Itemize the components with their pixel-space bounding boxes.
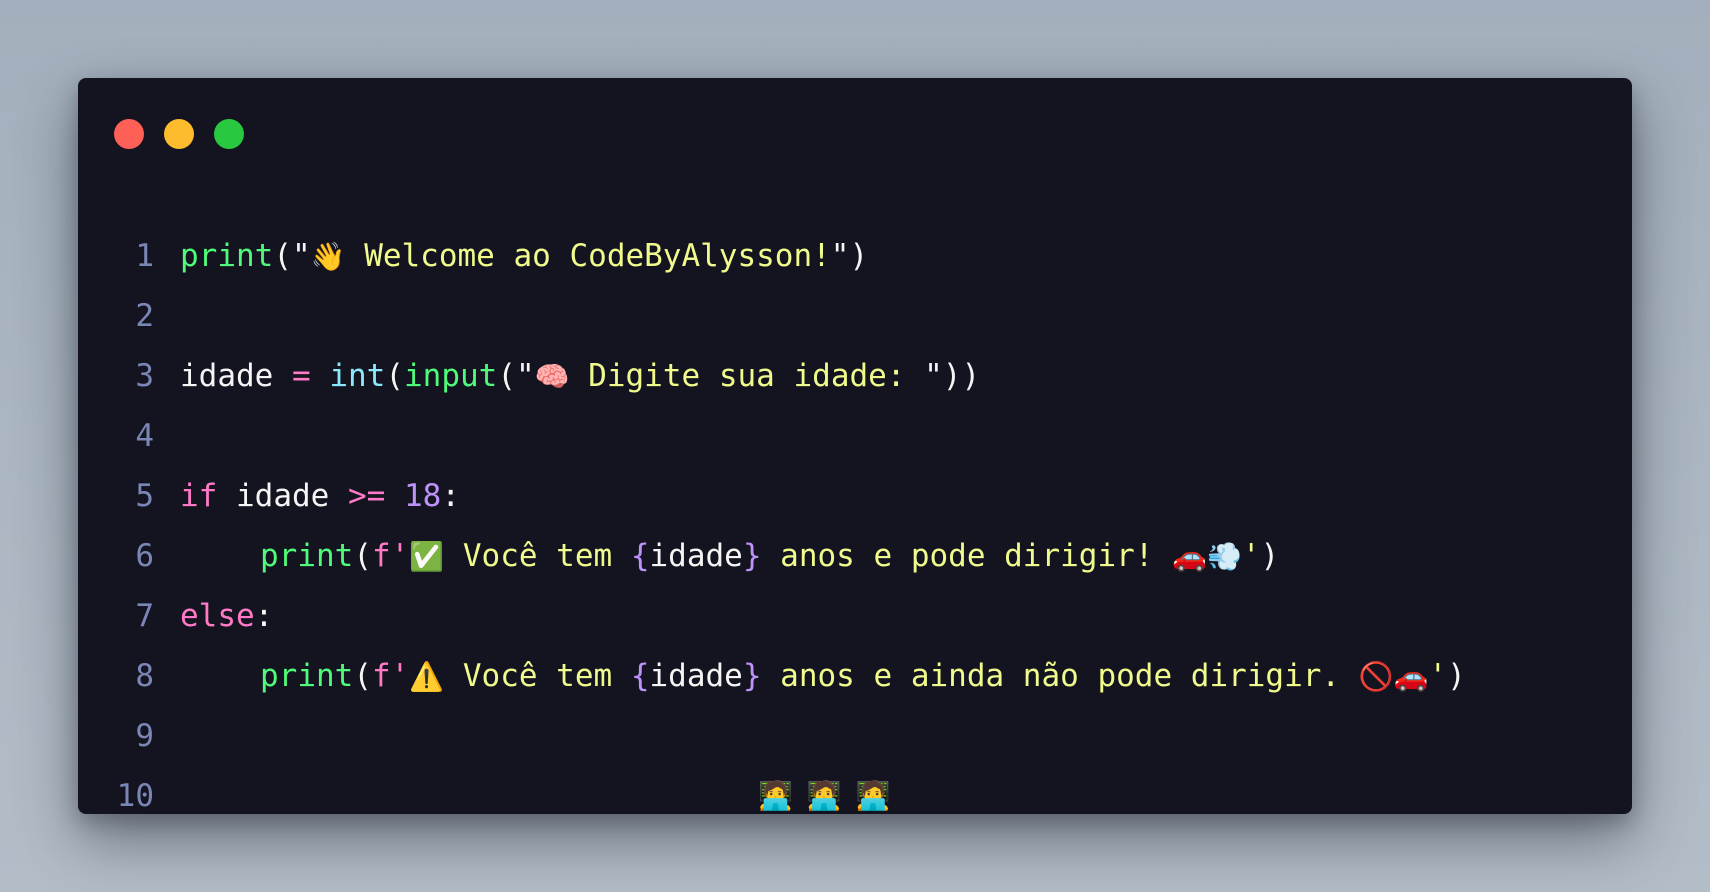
window-controls	[114, 119, 244, 149]
code-token: idade	[649, 658, 743, 694]
code-token: 18	[403, 478, 442, 514]
code-token: idade	[180, 358, 292, 394]
code-token: f'	[372, 538, 410, 574]
code-text: print("👋 Welcome ao CodeByAlysson!")	[180, 226, 868, 287]
line-number: 7	[135, 598, 154, 634]
line-number: 5	[135, 478, 154, 514]
code-text: idade = int(input("🧠 Digite sua idade: "…	[180, 346, 980, 407]
code-line: 6 print(f'✅ Você tem {idade} anos e pode …	[78, 526, 1632, 586]
line-number: 6	[135, 538, 154, 574]
emoji-icon: ⚠️	[409, 660, 445, 693]
code-token: (	[353, 658, 372, 694]
code-line: 9	[78, 706, 1632, 766]
code-text: print(f'✅ Você tem {idade} anos e pode d…	[180, 526, 1279, 587]
code-line: 10 🧑‍💻🧑‍💻🧑‍💻	[78, 766, 1632, 826]
emoji-icon: 🚗💨	[1172, 540, 1242, 573]
code-line: 8 print(f'⚠️ Você tem {idade} anos e aind…	[78, 646, 1632, 706]
emoji-icon: 👋	[310, 240, 346, 273]
code-token: >=	[347, 478, 386, 514]
emoji-icon: 🚫🚗	[1358, 660, 1429, 693]
line-number: 3	[135, 358, 154, 394]
code-token: Welcome ao CodeByAlysson!	[345, 238, 831, 274]
code-token: }	[742, 658, 762, 694]
line-number: 9	[135, 718, 154, 754]
close-button[interactable]	[114, 119, 144, 149]
code-token: '	[1241, 538, 1261, 574]
code-token: int	[329, 358, 386, 394]
code-token: {	[630, 538, 650, 574]
code-token: (	[353, 538, 372, 574]
code-text: if idade >= 18:	[180, 466, 460, 526]
code-token: "))	[924, 358, 981, 394]
code-editor: 1 print("👋 Welcome ao CodeByAlysson!") 2 3 i…	[78, 226, 1632, 826]
code-token: anos e ainda não pode dirigir.	[761, 658, 1359, 694]
code-token: (	[385, 358, 404, 394]
code-token: print	[260, 658, 354, 694]
code-token: =	[291, 358, 311, 394]
code-token: if	[180, 478, 218, 514]
line-number: 4	[135, 418, 154, 454]
code-token: input	[404, 358, 498, 394]
code-token: print	[260, 538, 354, 574]
code-line: 7 else:	[78, 586, 1632, 646]
developer-emoji-icon: 🧑‍💻🧑‍💻🧑‍💻	[758, 779, 905, 812]
code-token: else	[180, 598, 255, 634]
code-token: )	[1260, 538, 1280, 574]
code-token: idade	[649, 538, 743, 574]
code-line: 4	[78, 406, 1632, 466]
code-token: ")	[830, 238, 869, 274]
code-token: print	[180, 238, 274, 274]
code-line: 2	[78, 286, 1632, 346]
code-token: Digite sua idade:	[569, 358, 925, 394]
code-text: else:	[180, 586, 273, 646]
code-token: }	[742, 538, 762, 574]
code-token: Você tem	[444, 658, 631, 694]
maximize-button[interactable]	[214, 119, 244, 149]
code-token: :	[254, 598, 274, 634]
code-token: idade	[217, 478, 348, 514]
line-number: 10	[116, 778, 154, 814]
emoji-icon: ✅	[409, 540, 445, 573]
code-token: ("	[273, 238, 311, 274]
line-number: 2	[135, 298, 154, 334]
minimize-button[interactable]	[164, 119, 194, 149]
line-number: 8	[135, 658, 154, 694]
code-text: print(f'⚠️ Você tem {idade} anos e ainda…	[180, 646, 1466, 707]
code-token: Você tem	[444, 538, 631, 574]
emoji-icon: 🧠	[534, 360, 570, 393]
code-token: ("	[497, 358, 535, 394]
code-token: {	[630, 658, 650, 694]
code-token: anos e pode dirigir!	[761, 538, 1173, 574]
code-window: 1 print("👋 Welcome ao CodeByAlysson!") 2 3 i…	[78, 78, 1632, 814]
code-token: '	[1428, 658, 1448, 694]
code-line: 3 idade = int(input("🧠 Digite sua idade: …	[78, 346, 1632, 406]
code-token: )	[1447, 658, 1466, 694]
code-line: 5 if idade >= 18:	[78, 466, 1632, 526]
code-token: :	[441, 478, 460, 514]
code-line: 1 print("👋 Welcome ao CodeByAlysson!")	[78, 226, 1632, 286]
line-number: 1	[135, 238, 154, 274]
code-token: f'	[372, 658, 410, 694]
